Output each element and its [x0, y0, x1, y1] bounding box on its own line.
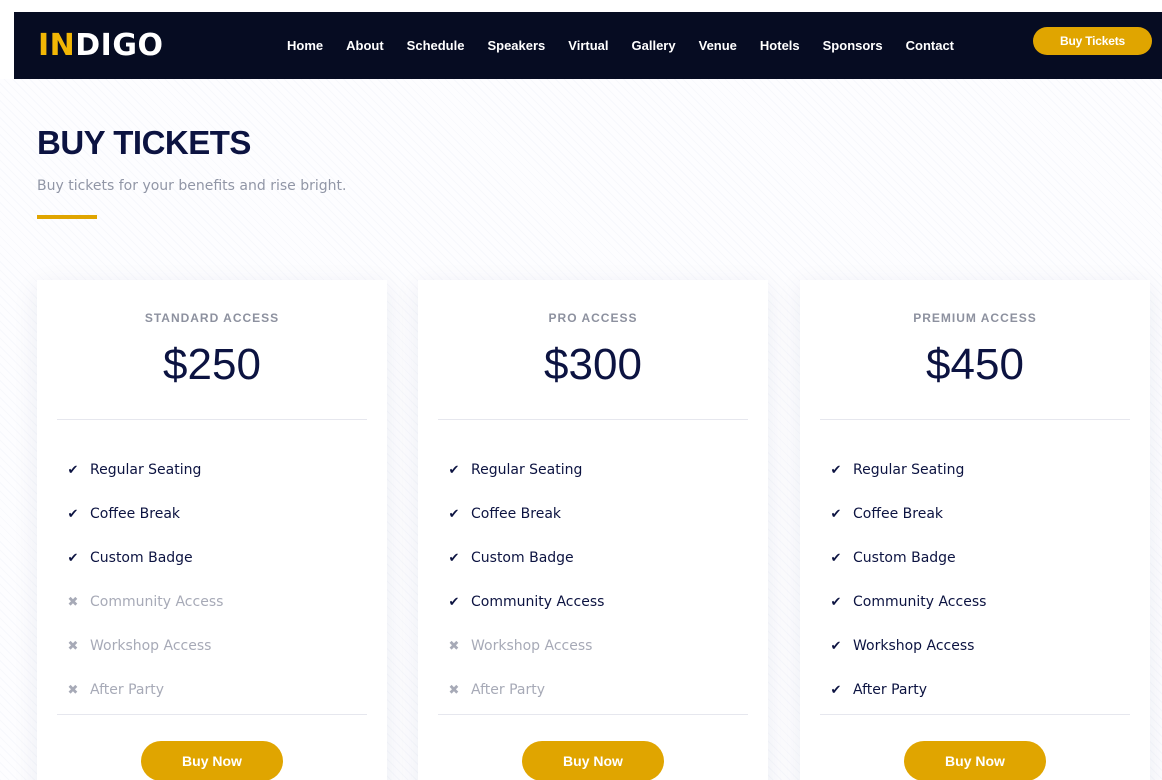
nav-link-gallery[interactable]: Gallery: [632, 38, 676, 53]
feature-item: ✔ Community Access: [829, 580, 987, 624]
feature-label: Coffee Break: [471, 506, 562, 522]
page-subtitle: Buy tickets for your benefits and rise b…: [37, 178, 347, 194]
nav-link-schedule[interactable]: Schedule: [407, 38, 465, 53]
feature-label: Custom Badge: [471, 550, 574, 566]
logo-accent-text: IN: [38, 28, 76, 63]
plan-name: PRO ACCESS: [548, 311, 638, 325]
card-divider-top: [820, 419, 1130, 420]
nav-link-contact[interactable]: Contact: [906, 38, 954, 53]
feature-label: Coffee Break: [90, 506, 181, 522]
feature-label: Custom Badge: [90, 550, 193, 566]
feature-label: Regular Seating: [90, 462, 202, 478]
check-icon: ✔: [830, 462, 842, 478]
logo-text: DIGO: [75, 28, 164, 63]
feature-label: Custom Badge: [853, 550, 956, 566]
buy-now-button[interactable]: Buy Now: [141, 741, 283, 780]
card-divider-bottom: [57, 714, 367, 715]
feature-item: ✔ After Party: [829, 668, 986, 712]
feature-item: ✔ Coffee Break: [447, 492, 604, 536]
check-icon: ✔: [67, 550, 79, 566]
feature-item: ✖ Workshop Access: [66, 624, 223, 668]
check-icon: ✔: [830, 682, 842, 698]
feature-label: Regular Seating: [853, 462, 965, 478]
plan-price: $300: [544, 340, 642, 389]
top-navbar: INDIGO Home About Schedule Speakers Virt…: [14, 12, 1162, 79]
buy-tickets-nav-button[interactable]: Buy Tickets: [1033, 27, 1152, 55]
feature-label: Regular Seating: [471, 462, 583, 478]
page-title: BUY TICKETS: [37, 124, 251, 161]
feature-item: ✔ Custom Badge: [66, 536, 223, 580]
feature-label: Workshop Access: [853, 638, 975, 654]
nav-link-virtual[interactable]: Virtual: [568, 38, 608, 53]
nav-link-speakers[interactable]: Speakers: [487, 38, 545, 53]
check-icon: ✔: [448, 462, 460, 478]
brand-logo[interactable]: INDIGO: [38, 26, 163, 66]
check-icon: ✔: [67, 462, 79, 478]
feature-item: ✔ Custom Badge: [447, 536, 604, 580]
nav-link-home[interactable]: Home: [287, 38, 323, 53]
plan-price: $450: [926, 340, 1024, 389]
nav-link-venue[interactable]: Venue: [699, 38, 737, 53]
pricing-card-pro: PRO ACCESS $300 ✔ Regular Seating ✔ Coffee …: [418, 280, 768, 780]
pricing-card-standard: STANDARD ACCESS $250 ✔ Regular Seating ✔ Co…: [37, 280, 387, 780]
x-icon: ✖: [448, 682, 460, 698]
feature-item: ✔ Regular Seating: [829, 448, 986, 492]
card-divider-top: [438, 419, 748, 420]
feature-item: ✖ Workshop Access: [447, 624, 604, 668]
feature-label: Workshop Access: [90, 638, 212, 654]
card-divider-bottom: [820, 714, 1130, 715]
check-icon: ✔: [448, 506, 460, 522]
feature-label: Community Access: [853, 594, 987, 610]
plan-name: PREMIUM ACCESS: [913, 311, 1037, 325]
feature-list: ✔ Regular Seating ✔ Coffee Break ✔ Custom Bad…: [66, 448, 224, 712]
nav-link-hotels[interactable]: Hotels: [760, 38, 800, 53]
feature-list: ✔ Regular Seating ✔ Coffee Break ✔ Custom Bad…: [447, 448, 605, 712]
buy-tickets-section: BUY TICKETS Buy tickets for your benefit…: [0, 79, 1162, 780]
check-icon: ✔: [448, 550, 460, 566]
check-icon: ✔: [830, 506, 842, 522]
feature-item: ✖ Community Access: [66, 580, 224, 624]
plan-price: $250: [163, 340, 261, 389]
buy-now-button[interactable]: Buy Now: [522, 741, 664, 780]
feature-label: Workshop Access: [471, 638, 593, 654]
check-icon: ✔: [830, 594, 842, 610]
x-icon: ✖: [67, 638, 79, 654]
feature-item: ✔ Regular Seating: [447, 448, 604, 492]
plan-name: STANDARD ACCESS: [144, 311, 280, 325]
nav-link-sponsors[interactable]: Sponsors: [823, 38, 883, 53]
feature-item: ✔ Custom Badge: [829, 536, 986, 580]
feature-list: ✔ Regular Seating ✔ Coffee Break ✔ Custom Bad…: [829, 448, 987, 712]
card-divider-top: [57, 419, 367, 420]
feature-item: ✔ Community Access: [447, 580, 605, 624]
check-icon: ✔: [830, 550, 842, 566]
x-icon: ✖: [67, 594, 79, 610]
check-icon: ✔: [830, 638, 842, 654]
feature-item: ✔ Coffee Break: [66, 492, 223, 536]
x-icon: ✖: [67, 682, 79, 698]
check-icon: ✔: [67, 506, 79, 522]
feature-label: Community Access: [471, 594, 605, 610]
buy-now-button[interactable]: Buy Now: [904, 741, 1046, 780]
nav-link-about[interactable]: About: [346, 38, 384, 53]
feature-item: ✔ Coffee Break: [829, 492, 986, 536]
title-underline: [37, 215, 97, 219]
pricing-card-premium: PREMIUM ACCESS $450 ✔ Regular Seating ✔ Cof…: [800, 280, 1150, 780]
feature-label: Coffee Break: [853, 506, 944, 522]
feature-item: ✔ Workshop Access: [829, 624, 986, 668]
feature-label: After Party: [90, 682, 164, 698]
check-icon: ✔: [448, 594, 460, 610]
x-icon: ✖: [448, 638, 460, 654]
main-nav: Home About Schedule Speakers Virtual Gal…: [287, 12, 977, 79]
feature-label: After Party: [853, 682, 927, 698]
feature-item: ✔ Regular Seating: [66, 448, 223, 492]
card-divider-bottom: [438, 714, 748, 715]
feature-label: Community Access: [90, 594, 224, 610]
feature-item: ✖ After Party: [447, 668, 604, 712]
feature-label: After Party: [471, 682, 545, 698]
feature-item: ✖ After Party: [66, 668, 223, 712]
